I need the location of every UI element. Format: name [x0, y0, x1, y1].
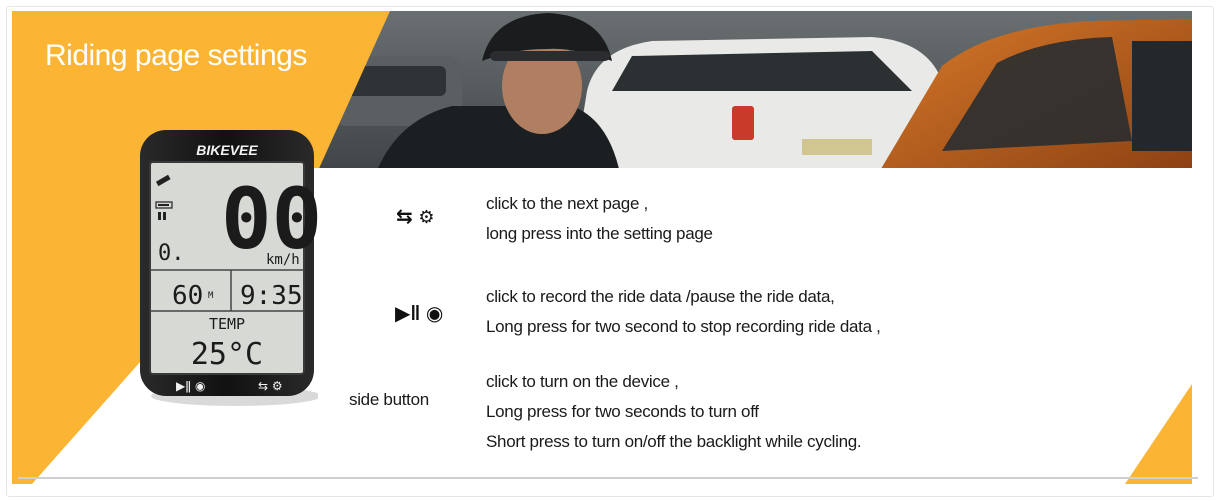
distance-unit: M: [208, 291, 214, 301]
cycle-settings-icon: ⇆ ⚙: [396, 206, 435, 228]
device-cycle-settings-icon: ⇆ ⚙: [258, 379, 283, 393]
bike-computer-device: BIKEVEE 0. 00 km/h 60 M 9:35 TEMP 25°C ▶…: [140, 130, 318, 406]
instruction-line: click to turn on the device ,: [486, 372, 679, 391]
small-value: 0.: [158, 241, 185, 266]
play-pause-record-icon: ▶ǁ ◉: [395, 303, 444, 325]
speed-unit: km/h: [266, 252, 300, 268]
instruction-line: long press into the setting page: [486, 224, 713, 243]
instruction-line: Short press to turn on/off the backlight…: [486, 432, 862, 451]
device-brand: BIKEVEE: [196, 142, 258, 158]
instruction-line: Long press for two second to stop record…: [486, 317, 881, 336]
temp-value: 25°C: [191, 337, 263, 372]
instruction-row-2: click to record the ride data /pause the…: [486, 282, 881, 342]
device-play-pause-icon: ▶ǁ ◉: [176, 379, 205, 393]
time-value: 9:35: [240, 281, 303, 311]
side-button-label: side button: [349, 390, 429, 409]
distance-value: 60: [172, 281, 203, 311]
temp-label: TEMP: [209, 315, 245, 333]
instruction-row-3: click to turn on the device , Long press…: [486, 367, 862, 457]
page-title: Riding page settings: [45, 39, 307, 72]
instruction-line: click to the next page ,: [486, 194, 648, 213]
bottom-divider: [18, 477, 1198, 479]
instruction-line: click to record the ride data /pause the…: [486, 287, 835, 306]
instruction-row-1: click to the next page , long press into…: [486, 189, 713, 249]
instruction-line: Long press for two seconds to turn off: [486, 402, 759, 421]
